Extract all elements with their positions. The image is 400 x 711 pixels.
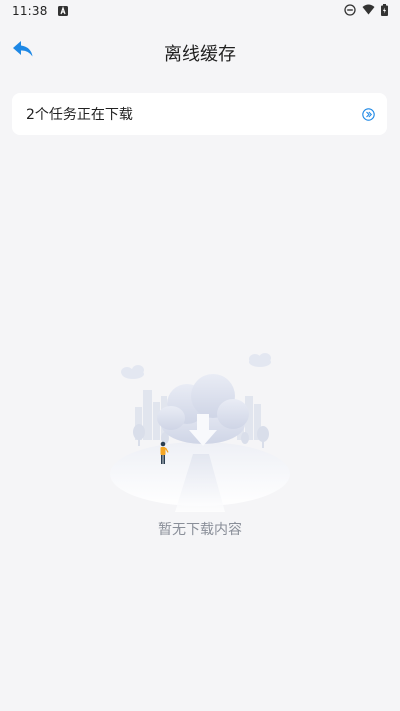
page-title: 离线缓存 [164, 44, 236, 65]
battery-icon [381, 3, 388, 19]
empty-state-message: 暂无下载内容 [158, 522, 242, 538]
downloading-tasks-label: 2个任务正在下载 [26, 107, 133, 123]
status-bar: 11:38 [0, 0, 400, 22]
downloading-tasks-card[interactable]: 2个任务正在下载 [12, 93, 387, 135]
notification-a-icon [57, 6, 68, 16]
header: 离线缓存 [0, 28, 400, 74]
wifi-icon [362, 4, 375, 18]
chevron-right-circle-icon [362, 107, 375, 121]
status-icons [344, 3, 388, 19]
do-not-disturb-icon [344, 3, 356, 19]
cloud-download-illustration [105, 352, 295, 512]
status-time: 11:38 [12, 4, 48, 18]
offline-cache-screen: 11:38 离线缓存 2个任务正在下载 暂无下载内容 [0, 0, 400, 711]
